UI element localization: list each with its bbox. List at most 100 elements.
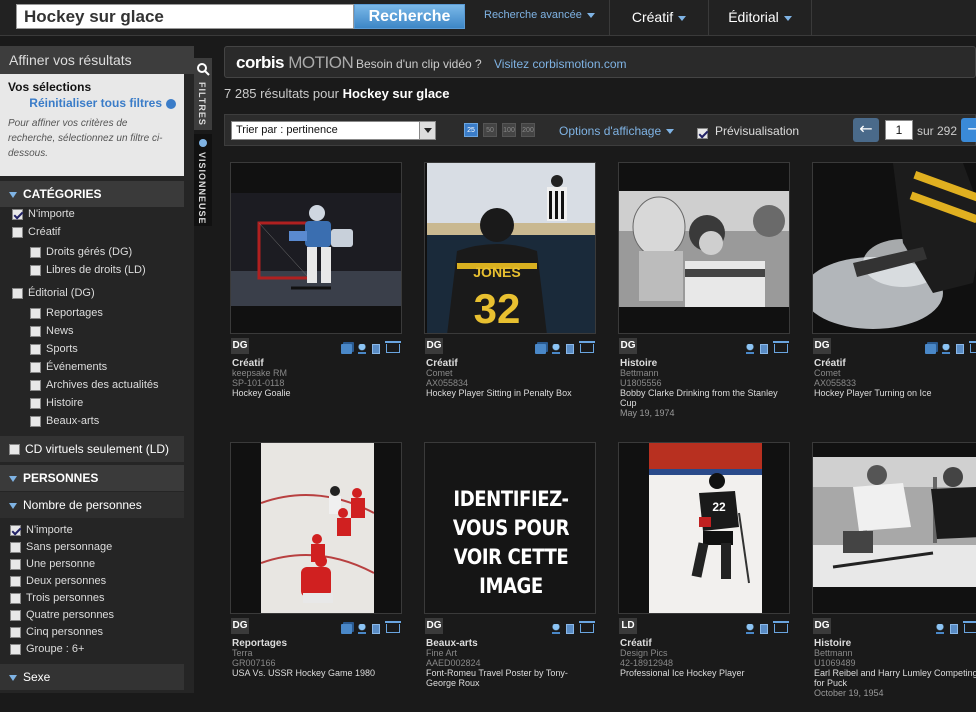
next-page-button[interactable]: → [961,118,976,142]
cart-icon[interactable] [963,621,976,633]
preview-checkbox[interactable] [697,123,713,142]
checkbox[interactable] [12,226,23,238]
motion-link[interactable]: Visitez corbismotion.com [494,57,627,71]
checkbox[interactable] [10,592,21,604]
cart-icon[interactable] [385,341,401,353]
cd-option[interactable]: CD virtuels seulement (LD) [0,436,184,462]
result-card[interactable]: JONES 32 DG Créatif Comet AX055834 Hocke… [424,162,597,432]
result-card[interactable]: 22 LD Créatif Design Pics 42-18912948 Pr… [618,442,791,712]
prev-page-button[interactable]: ← [853,118,879,142]
result-card[interactable]: DG Histoire Bettmann U1069489 Earl Reibe… [812,442,976,712]
card-title[interactable]: Hockey Player Sitting in Penalty Box [426,388,591,398]
per-page-200[interactable]: 200 [521,123,535,137]
checkbox[interactable] [10,626,21,638]
card-title[interactable]: Font-Romeu Travel Poster by Tony-George … [426,668,591,688]
category-option[interactable]: N'importe [12,208,75,222]
calculator-icon[interactable] [760,343,768,354]
thumbnail[interactable] [230,162,402,334]
bulb-icon[interactable] [552,623,560,634]
category-option[interactable]: Histoire [30,397,83,411]
checkbox[interactable] [10,524,21,536]
thumbnail[interactable] [230,442,402,614]
checkbox[interactable] [30,397,41,409]
search-button[interactable]: Recherche [354,4,465,29]
categories-header[interactable]: CATÉGORIES [0,181,184,207]
category-option[interactable]: Événements [30,361,107,375]
result-card[interactable]: IDENTIFIEZ-VOUS POUR VOIR CETTE IMAGE DG… [424,442,597,712]
people-header[interactable]: PERSONNES [0,465,184,491]
checkbox[interactable] [30,415,41,427]
calculator-icon[interactable] [950,623,958,634]
cart-icon[interactable] [969,341,976,353]
checkbox[interactable] [10,643,21,655]
category-option[interactable]: Créatif [12,226,60,240]
people-option[interactable]: Sans personnage [10,541,112,555]
checkbox[interactable] [12,208,23,220]
people-option[interactable]: Groupe : 6+ [10,643,84,657]
people-count-header[interactable]: Nombre de personnes [0,492,184,518]
advanced-search-link[interactable]: Recherche avancée [484,9,595,21]
result-card[interactable]: DG Créatif Comet AX055833 Hockey Player … [812,162,976,432]
cart-icon[interactable] [579,621,595,633]
lightbox-icon[interactable] [535,343,546,354]
category-option[interactable]: Beaux-arts [30,415,99,429]
per-page-50[interactable]: 50 [483,123,497,137]
bulb-icon[interactable] [358,343,366,354]
per-page-25[interactable]: 25 [464,123,478,137]
checkbox[interactable] [10,575,21,587]
category-option[interactable]: News [30,325,74,339]
sort-select[interactable]: Trier par : pertinence [231,121,436,140]
checkbox[interactable] [9,444,20,456]
card-title[interactable]: Hockey Goalie [232,388,397,398]
card-title[interactable]: USA Vs. USSR Hockey Game 1980 [232,668,397,678]
checkbox[interactable] [30,379,41,391]
nav-editorial[interactable]: Éditorial [708,0,812,36]
result-card[interactable]: DG Reportages Terra GR007166 USA Vs. USS… [230,442,403,712]
people-option[interactable]: Deux personnes [10,575,106,589]
checkbox[interactable] [30,361,41,373]
calculator-icon[interactable] [956,343,964,354]
cart-icon[interactable] [773,341,789,353]
per-page-100[interactable]: 100 [502,123,516,137]
people-option[interactable]: Trois personnes [10,592,104,606]
thumbnail[interactable] [812,162,976,334]
result-card[interactable]: DG Créatif keepsake RM SP-101-0118 Hocke… [230,162,403,432]
category-option[interactable]: Éditorial (DG) [12,287,95,301]
sex-header[interactable]: Sexe [0,664,184,690]
checkbox[interactable] [30,246,41,258]
category-option[interactable]: Sports [30,343,78,357]
calculator-icon[interactable] [760,623,768,634]
cart-icon[interactable] [385,621,401,633]
bulb-icon[interactable] [936,623,944,634]
checkbox[interactable] [30,343,41,355]
card-title[interactable]: Earl Reibel and Harry Lumley Competing f… [814,668,976,688]
search-input[interactable]: Hockey sur glace [16,4,354,29]
nav-creative[interactable]: Créatif [609,0,708,36]
card-title[interactable]: Professional Ice Hockey Player [620,668,785,678]
checkbox[interactable] [10,541,21,553]
cart-icon[interactable] [579,341,595,353]
lightbox-icon[interactable] [341,623,352,634]
card-title[interactable]: Hockey Player Turning on Ice [814,388,976,398]
checkbox[interactable] [10,609,21,621]
reset-filters-link[interactable]: Réinitialiser tous filtres [8,96,176,110]
category-option[interactable]: Archives des actualités [30,379,159,393]
people-option[interactable]: Quatre personnes [10,609,114,623]
result-card[interactable]: DG Histoire Bettmann U1805556 Bobby Clar… [618,162,791,432]
checkbox[interactable] [697,128,708,139]
thumbnail[interactable] [618,162,790,334]
cart-icon[interactable] [773,621,789,633]
checkbox[interactable] [12,287,23,299]
people-option[interactable]: Cinq personnes [10,626,103,640]
lightbox-icon[interactable] [341,343,352,354]
display-options-link[interactable]: Options d'affichage [559,124,675,138]
lightbox-icon[interactable] [925,343,936,354]
calculator-icon[interactable] [372,623,380,634]
checkbox[interactable] [30,325,41,337]
bulb-icon[interactable] [746,343,754,354]
tab-filters[interactable]: FILTRES [194,58,212,130]
card-title[interactable]: Bobby Clarke Drinking from the Stanley C… [620,388,785,408]
people-option[interactable]: Une personne [10,558,95,572]
category-option[interactable]: Droits gérés (DG) [30,246,132,260]
page-input[interactable]: 1 [885,120,913,140]
